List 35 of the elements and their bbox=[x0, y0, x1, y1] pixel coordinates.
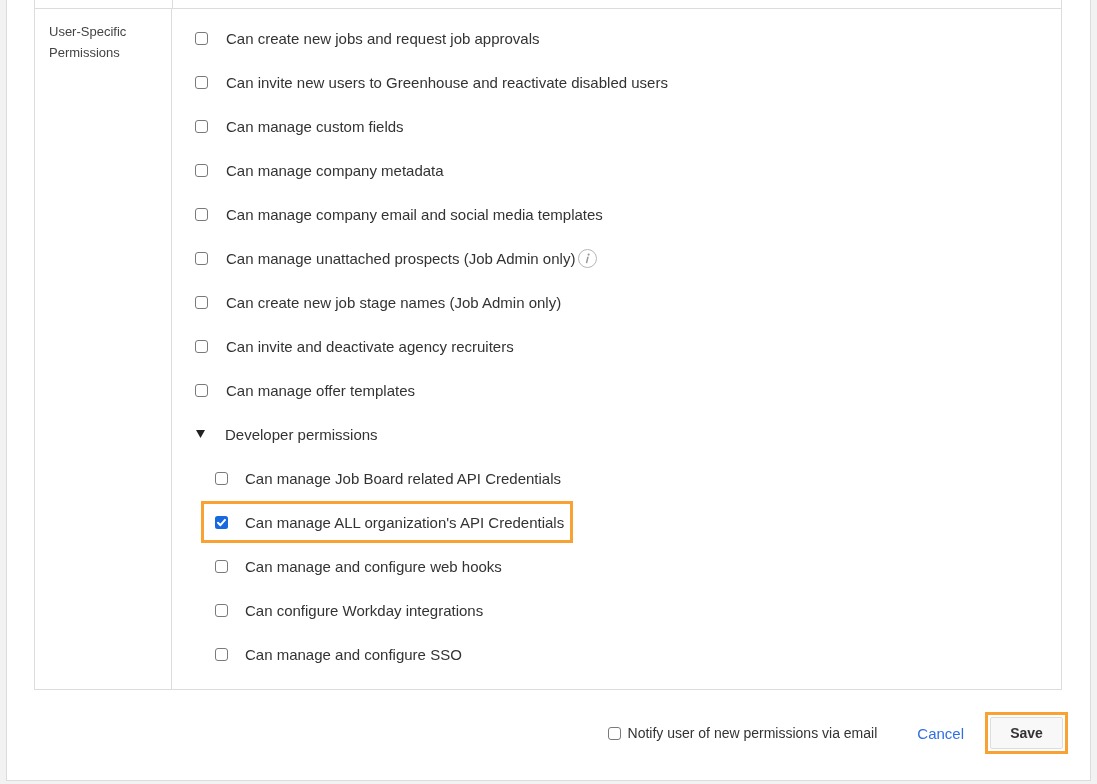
checkbox[interactable] bbox=[215, 515, 228, 529]
permission-label: Can create new job stage names (Job Admin only) bbox=[226, 293, 562, 311]
permission-label: Can create new jobs and request job approvals bbox=[226, 29, 540, 47]
permission-label: Can manage offer templates bbox=[226, 381, 415, 399]
checkbox[interactable] bbox=[195, 251, 208, 265]
permission-label: Can configure Workday integrations bbox=[245, 601, 484, 619]
checkbox[interactable] bbox=[195, 383, 208, 397]
group-label[interactable]: Developer permissions bbox=[225, 425, 378, 443]
notify-label: Notify user of new permissions via email bbox=[627, 725, 878, 741]
caret-down-icon[interactable] bbox=[196, 430, 205, 438]
checkbox[interactable] bbox=[195, 295, 208, 309]
checkbox[interactable] bbox=[215, 603, 228, 617]
checkbox[interactable] bbox=[195, 119, 208, 133]
permission-label: Can invite new users to Greenhouse and reactivate disabled users bbox=[226, 73, 668, 91]
permission-label: Can manage and configure web hooks bbox=[245, 557, 502, 575]
checkbox[interactable] bbox=[195, 75, 208, 89]
checkbox[interactable] bbox=[195, 31, 208, 45]
section-label: User-Specific Permissions bbox=[49, 23, 128, 62]
checkbox[interactable] bbox=[215, 471, 228, 485]
permission-label: Can manage company email and social media templates bbox=[226, 205, 603, 223]
permission-label: Can manage custom fields bbox=[226, 117, 404, 135]
checkbox[interactable] bbox=[215, 647, 228, 661]
save-button[interactable]: Save bbox=[990, 717, 1063, 749]
permission-label: Can manage company metadata bbox=[226, 161, 444, 179]
checkbox[interactable] bbox=[195, 207, 208, 221]
permission-label: Can manage ALL organization's API Credentials bbox=[245, 513, 565, 531]
checkbox[interactable] bbox=[195, 339, 208, 353]
permission-label: Can invite and deactivate agency recruiters bbox=[226, 337, 514, 355]
permission-label: Can manage unattached prospects (Job Admin only) bbox=[226, 249, 576, 267]
permission-label: Can manage and configure SSO bbox=[245, 645, 462, 663]
checkbox[interactable] bbox=[215, 559, 228, 573]
checkbox[interactable] bbox=[607, 726, 621, 740]
checkbox[interactable] bbox=[195, 163, 208, 177]
permission-label: Can manage Job Board related API Credentials bbox=[245, 469, 562, 487]
cancel-link[interactable]: Cancel bbox=[917, 724, 964, 742]
